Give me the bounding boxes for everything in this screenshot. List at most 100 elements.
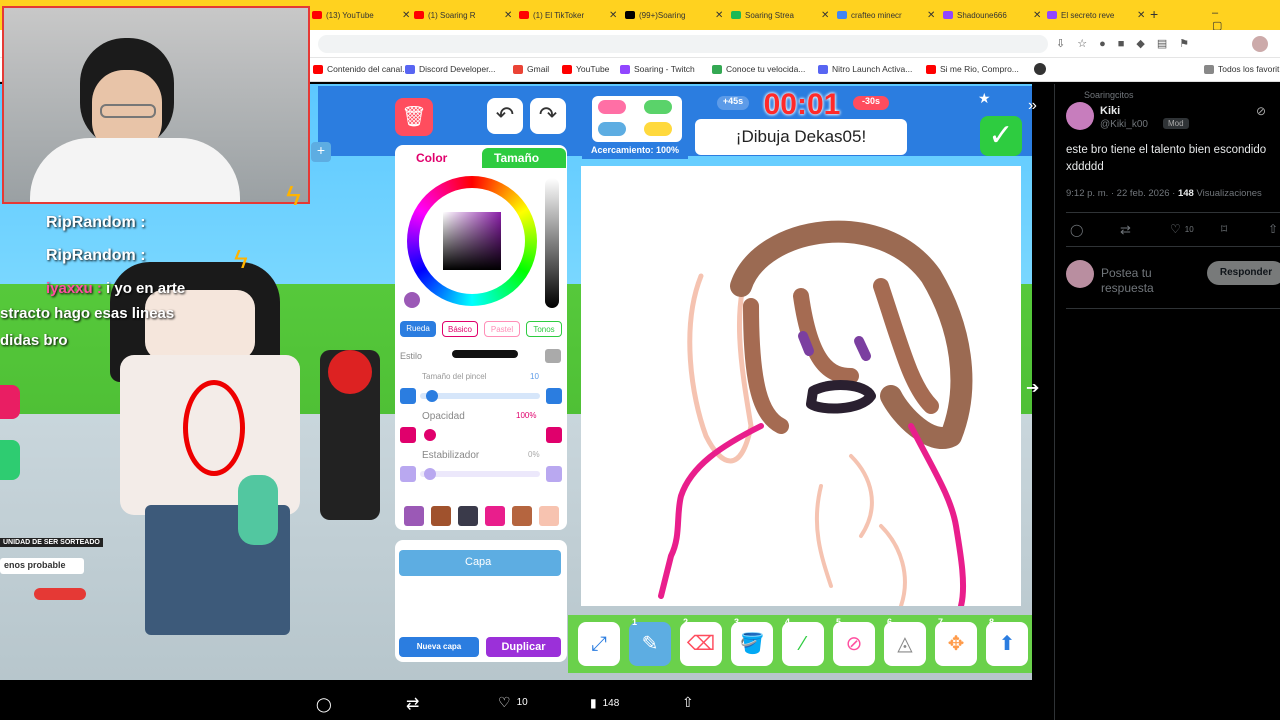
repost-icon[interactable]: ⇄ — [406, 694, 419, 714]
views-stat[interactable]: ▮ 148 — [590, 696, 619, 710]
zoom-fit-icon[interactable] — [644, 122, 672, 136]
bookmark-2[interactable]: Discord Developer... — [405, 64, 496, 74]
browser-toolbar-icons[interactable]: ⇩☆●■◆▤⚑ — [1056, 37, 1201, 50]
close-tab-icon[interactable]: ✕ — [1033, 10, 1041, 21]
close-tab-icon[interactable]: ✕ — [609, 10, 617, 21]
retweet-icon[interactable]: ⇄ — [1120, 222, 1131, 238]
all-bookmarks[interactable]: Todos los favorit — [1204, 64, 1279, 74]
new-tab-button[interactable]: + — [1150, 6, 1158, 22]
bookmark-icon[interactable]: ⌑ — [1221, 222, 1227, 236]
new-layer-button[interactable]: Nueva capa — [399, 637, 479, 657]
bookmark-1[interactable]: Contenido del canal... — [313, 64, 409, 74]
tab-size[interactable]: Tamaño — [482, 148, 566, 168]
profile-avatar[interactable] — [1252, 36, 1268, 52]
zoom-in-icon[interactable] — [598, 100, 626, 114]
reply-icon[interactable]: ◯ — [1070, 223, 1083, 237]
chat-message: RipRandom : — [46, 247, 146, 265]
layer-item[interactable]: Capa — [399, 550, 561, 576]
like-count: 10 — [516, 697, 528, 708]
eyedropper-icon[interactable]: ⊘ 5 — [833, 617, 875, 666]
color-swatch[interactable] — [404, 506, 424, 526]
brightness-slider[interactable] — [545, 178, 559, 308]
bookmark-3[interactable]: Gmail — [513, 64, 549, 74]
close-tab-icon[interactable]: ✕ — [927, 10, 935, 21]
tab-8[interactable]: El secreto reve ✕ — [1047, 5, 1147, 25]
undo-icon[interactable]: ↶ — [487, 98, 523, 134]
color-swatch[interactable] — [512, 506, 532, 526]
collapse-chevron-icon[interactable]: » — [1028, 97, 1037, 115]
tweet-author[interactable]: Kiki — [1100, 105, 1120, 117]
close-tab-icon[interactable]: ✕ — [1137, 10, 1145, 21]
palette-mode-1[interactable]: Rueda — [400, 321, 436, 337]
stabilizer-slider[interactable] — [400, 466, 562, 482]
share-icon[interactable]: ⇧ — [1268, 222, 1278, 236]
star-icon[interactable]: ★ — [978, 90, 1000, 108]
stamp-icon[interactable]: ⬆ 8 — [986, 617, 1028, 666]
reply-input[interactable]: Postea tu respuesta — [1101, 266, 1201, 296]
color-swatch[interactable] — [539, 506, 559, 526]
heart-icon: ♡ — [1170, 222, 1181, 236]
tab-6[interactable]: crafteo minecr ✕ — [837, 5, 937, 25]
tab-4[interactable]: (99+)Soaring ✕ — [625, 5, 725, 25]
tab-color[interactable]: Color — [398, 148, 480, 168]
style-settings-icon[interactable] — [545, 349, 561, 363]
tweet-avatar[interactable] — [1066, 102, 1094, 130]
color-swatch[interactable] — [458, 506, 478, 526]
symmetry-icon[interactable]: ◬ 6 — [884, 617, 926, 666]
fullscreen-icon[interactable]: ⤢ — [578, 622, 620, 666]
eraser-icon[interactable]: ⌫ 2 — [680, 617, 722, 666]
bookmark-5[interactable]: Soaring - Twitch — [620, 64, 695, 74]
duplicate-layer-button[interactable]: Duplicar — [486, 637, 561, 657]
submit-check-button[interactable]: ✓ — [980, 116, 1022, 156]
drawing-canvas[interactable] — [581, 166, 1021, 609]
tab-5[interactable]: Soaring Strea ✕ — [731, 5, 831, 25]
color-swatch[interactable] — [485, 506, 505, 526]
zoom-reset-icon[interactable] — [598, 122, 626, 136]
tweet-like[interactable]: ♡ 10 — [1170, 222, 1194, 236]
palette-mode-4[interactable]: Tonos — [526, 321, 562, 337]
tab-7[interactable]: Shadoune666 ✕ — [943, 5, 1043, 25]
tab-title: Shadoune666 — [957, 10, 1007, 20]
reply-button[interactable]: Responder — [1207, 261, 1280, 285]
close-tab-icon[interactable]: ✕ — [402, 10, 410, 21]
comment-icon[interactable]: ◯ — [316, 696, 332, 713]
share-icon[interactable]: ⇧ — [682, 694, 694, 711]
tab-1[interactable]: (13) YouTube ✕ — [312, 5, 412, 25]
redo-icon[interactable]: ↷ — [530, 98, 566, 134]
bookmark-4[interactable]: YouTube — [562, 64, 609, 74]
bookmark-label: Nitro Launch Activa... — [832, 64, 913, 74]
globe-icon[interactable] — [1034, 63, 1046, 75]
tab-favicon — [625, 11, 635, 19]
bookmark-8[interactable]: Si me Rio, Compro... — [926, 64, 1019, 74]
fill-bucket-icon[interactable]: 🪣 3 — [731, 617, 773, 666]
my-avatar — [1066, 260, 1094, 288]
brush-size-slider[interactable] — [400, 388, 562, 404]
side-plus-button[interactable]: + — [311, 142, 331, 162]
trash-icon[interactable]: 🗑 — [395, 98, 433, 136]
tab-favicon — [731, 11, 741, 19]
like-stat[interactable]: ♡ 10 — [498, 694, 528, 711]
bookmark-7[interactable]: Nitro Launch Activa... — [818, 64, 912, 74]
side-button-pink[interactable] — [0, 385, 20, 419]
palette-mode-2[interactable]: Básico — [442, 321, 478, 337]
pencil-icon[interactable]: ✎ 1 — [629, 617, 671, 666]
grok-icon[interactable]: ⊘ — [1256, 104, 1266, 118]
bookmark-6[interactable]: Conoce tu velocida... — [712, 64, 805, 74]
color-swatch[interactable] — [431, 506, 451, 526]
tweet-panel — [1054, 84, 1280, 720]
close-tab-icon[interactable]: ✕ — [504, 10, 512, 21]
color-square[interactable] — [443, 212, 501, 270]
move-icon[interactable]: ✥ 7 — [935, 617, 977, 666]
zoom-out-icon[interactable] — [644, 100, 672, 114]
tab-title: (13) YouTube — [326, 10, 374, 20]
opacity-slider[interactable] — [400, 427, 562, 443]
close-tab-icon[interactable]: ✕ — [821, 10, 829, 21]
url-field[interactable] — [318, 35, 1048, 53]
tab-3[interactable]: (1) El TikToker ✕ — [519, 5, 619, 25]
side-button-green[interactable] — [0, 440, 20, 480]
tweet-handle[interactable]: @Kiki_k00 — [1100, 119, 1148, 130]
palette-mode-3[interactable]: Pastel — [484, 321, 520, 337]
tab-2[interactable]: (1) Soaring R ✕ — [414, 5, 514, 25]
close-tab-icon[interactable]: ✕ — [715, 10, 723, 21]
line-icon[interactable]: ⁄ 4 — [782, 617, 824, 666]
